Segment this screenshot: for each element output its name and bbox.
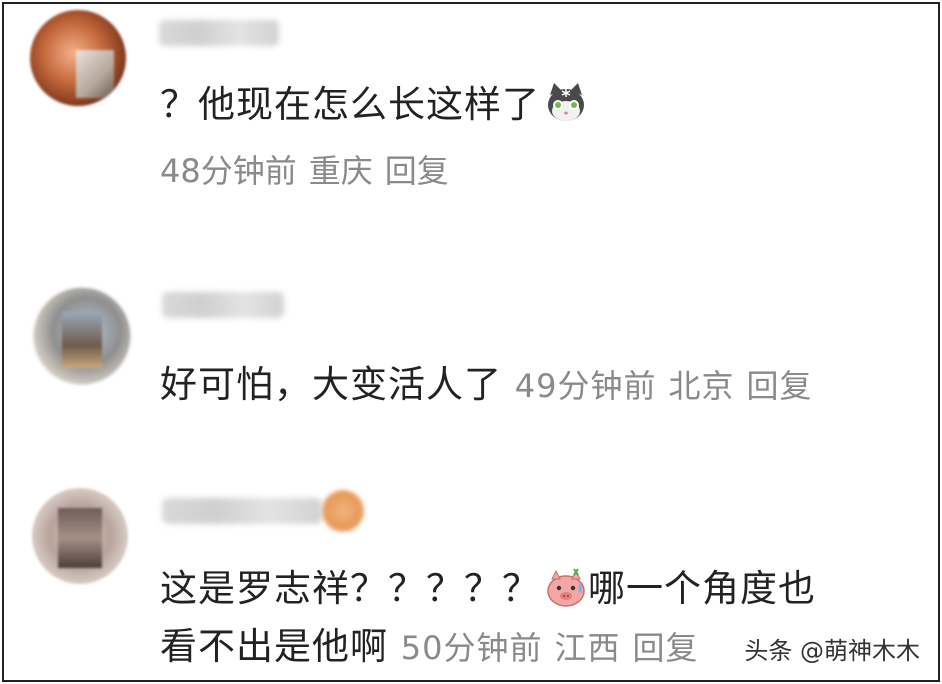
comment-text-content: ？他现在怎么长这样了 <box>160 83 540 126</box>
comment-location: 江西 <box>554 629 621 667</box>
username-blurred[interactable] <box>162 498 322 524</box>
comment-text-content: 看不出是他啊 <box>160 625 388 668</box>
comment-location: 北京 <box>668 367 735 405</box>
username-blurred[interactable] <box>162 292 284 318</box>
user-badge-icon <box>322 490 364 532</box>
cat-face-icon <box>548 82 584 121</box>
avatar[interactable] <box>32 286 132 386</box>
comment-time: 49分钟前 <box>514 367 657 405</box>
sweating-pig-icon <box>547 567 585 607</box>
comment-text: ？他现在怎么长这样了 <box>160 74 588 129</box>
comment-text-content: 哪一个角度也 <box>588 567 816 610</box>
comment-list: ？他现在怎么长这样了 48分钟前 重庆 回复 好可怕，大变活人了 49分钟前 北京 回复… <box>2 2 940 682</box>
comment-text: 看不出是他啊 50分钟前 江西 回复 <box>160 616 699 670</box>
comment-meta: 48分钟前 重庆 回复 <box>160 146 449 192</box>
comment-text-content: 好可怕，大变活人了 <box>160 363 502 406</box>
comment-text: 好可怕，大变活人了 49分钟前 北京 回复 <box>160 354 813 408</box>
avatar[interactable] <box>30 10 126 106</box>
comment-text: 这是罗志祥？？？？？ 哪一个角度也 <box>160 558 816 613</box>
watermark: 头条 @萌神木木 <box>744 637 920 665</box>
comment-location: 重庆 <box>308 152 373 190</box>
reply-button[interactable]: 回复 <box>385 152 449 190</box>
comment-meta: 50分钟前 江西 回复 <box>401 629 699 667</box>
username-blurred[interactable] <box>159 20 279 46</box>
reply-button[interactable]: 回复 <box>747 367 813 405</box>
comment-meta: 49分钟前 北京 回复 <box>515 367 813 405</box>
avatar[interactable] <box>32 488 128 584</box>
comment-time: 48分钟前 <box>160 152 297 190</box>
comment-time: 50分钟前 <box>400 629 543 667</box>
reply-button[interactable]: 回复 <box>633 629 699 667</box>
comment-text-content: 这是罗志祥？？？？？ <box>160 567 540 610</box>
